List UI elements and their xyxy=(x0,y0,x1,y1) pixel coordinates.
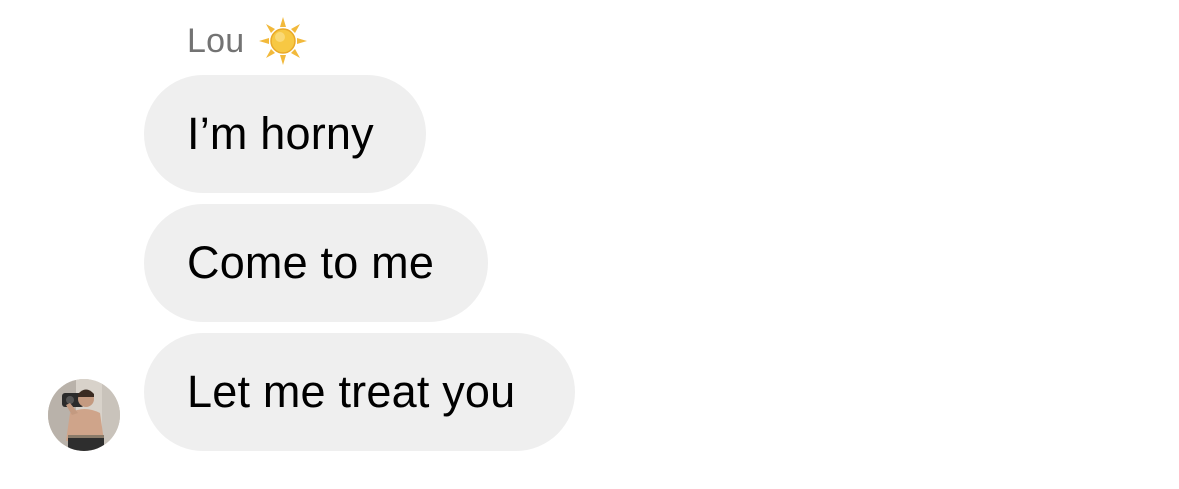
sender-name[interactable]: Lou xyxy=(187,22,244,61)
message-text: I’m horny xyxy=(187,108,374,159)
message-text: Come to me xyxy=(187,237,435,288)
message-bubble[interactable]: Come to me xyxy=(144,204,488,322)
profile-photo-icon xyxy=(48,379,120,451)
message-bubble[interactable]: I’m horny xyxy=(144,75,426,193)
sun-icon xyxy=(258,16,308,66)
sender-header: Lou xyxy=(187,14,308,68)
message-bubble[interactable]: Let me treat you xyxy=(144,333,575,451)
message-text: Let me treat you xyxy=(187,366,516,417)
message-thread: Lou I’m horny Come to me Let me treat yo… xyxy=(0,0,1179,489)
avatar[interactable] xyxy=(48,379,120,451)
